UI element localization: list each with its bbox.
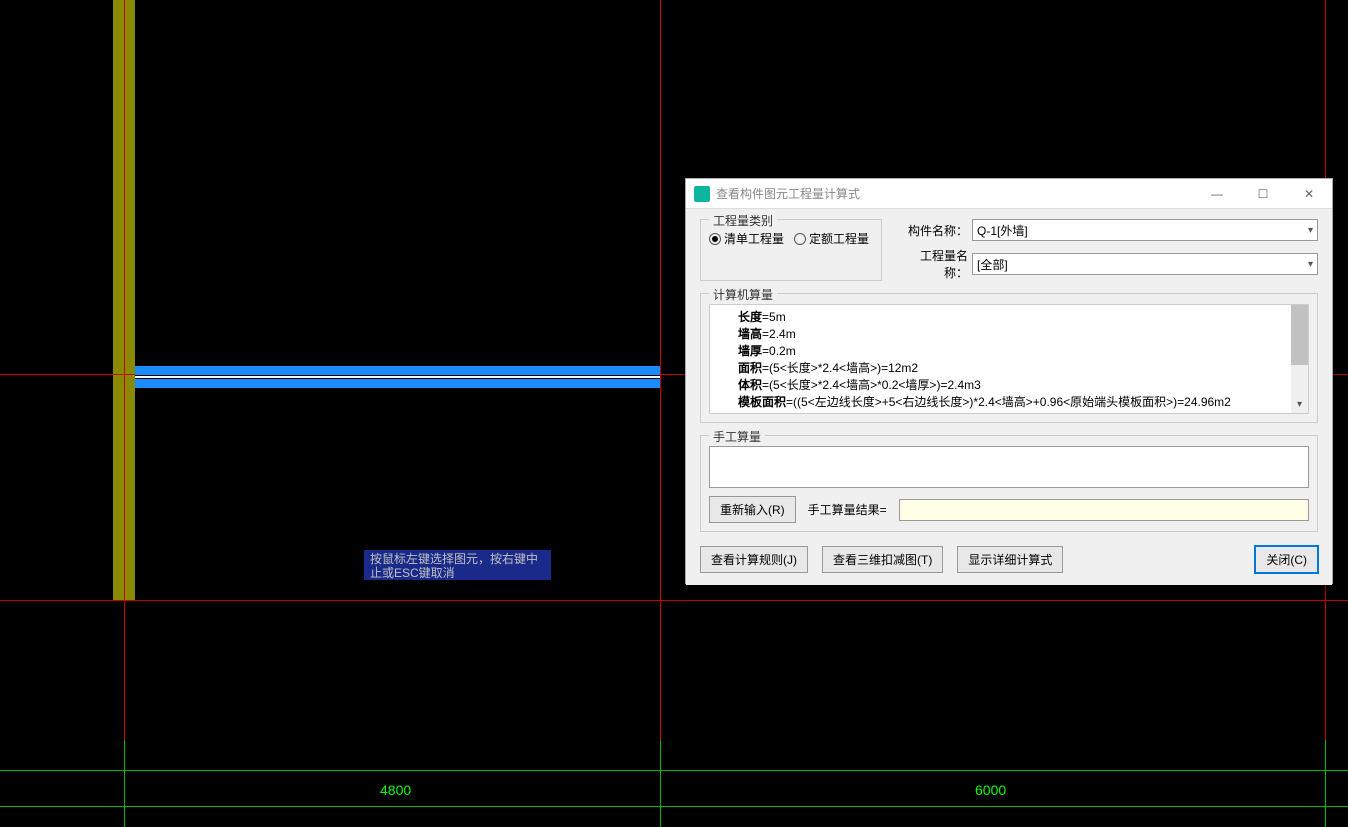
reinput-button[interactable]: 重新输入(R) [709,496,796,523]
axis-horizontal-red-2 [0,600,1348,601]
show-detail-button[interactable]: 显示详细计算式 [957,546,1063,573]
result-label: 手工算量结果= [808,501,887,518]
component-name-select[interactable]: Q-1[外墙] ▾ [972,219,1318,241]
minimize-button[interactable]: — [1194,179,1240,209]
dim-tick-2 [660,740,661,827]
dim-line-bot [0,806,1348,807]
group-label: 计算机算量 [709,286,777,303]
axis-vertical-red-1 [124,0,125,827]
scroll-down-icon[interactable]: ▾ [1291,396,1308,413]
selected-wall-top[interactable] [135,366,660,375]
selected-wall-bot[interactable] [135,379,660,388]
radio-icon [709,233,721,245]
radio-quota-quantity[interactable]: 定额工程量 [794,230,869,247]
maximize-button[interactable]: ☐ [1240,179,1286,209]
close-window-button[interactable]: ✕ [1286,179,1332,209]
app-icon [694,186,710,202]
dim-tick-1 [124,740,125,827]
scroll-thumb[interactable] [1291,305,1308,365]
dimension-right: 6000 [975,782,1006,798]
dimension-left: 4800 [380,782,411,798]
radio-list-quantity[interactable]: 清单工程量 [709,230,784,247]
calculation-dialog: 查看构件图元工程量计算式 — ☐ ✕ 工程量类别 清单工程量 定额工程量 [685,178,1333,584]
result-field[interactable] [899,499,1309,521]
manual-calc-group: 手工算量 重新输入(R) 手工算量结果= [700,435,1318,532]
dim-tick-3 [1325,740,1326,827]
calc-output[interactable]: 长度=5m 墙高=2.4m 墙厚=0.2m 面积=(5<长度>*2.4<墙高>)… [709,304,1309,414]
quantity-name-select[interactable]: [全部] ▾ [972,253,1318,275]
close-button[interactable]: 关闭(C) [1255,546,1318,573]
computer-calc-group: 计算机算量 长度=5m 墙高=2.4m 墙厚=0.2m 面积=(5<长度>*2.… [700,293,1318,423]
axis-vertical-red-2 [660,0,661,827]
chevron-down-icon: ▾ [1308,259,1313,270]
quantity-name-label: 工程量名称： [898,247,968,281]
hint-tooltip: 按鼠标左键选择图元，按右键中止或ESC键取消 [364,550,551,580]
dialog-titlebar[interactable]: 查看构件图元工程量计算式 — ☐ ✕ [686,179,1332,209]
component-name-label: 构件名称： [898,222,968,239]
dim-line-top [0,770,1348,771]
view-3d-button[interactable]: 查看三维扣减图(T) [822,546,943,573]
manual-input[interactable] [709,446,1309,488]
dialog-title: 查看构件图元工程量计算式 [716,185,1194,202]
radio-icon [794,233,806,245]
scrollbar[interactable]: ▾ [1291,305,1308,413]
view-rules-button[interactable]: 查看计算规则(J) [700,546,808,573]
chevron-down-icon: ▾ [1308,225,1313,236]
quantity-type-group: 工程量类别 清单工程量 定额工程量 [700,219,882,281]
group-label: 工程量类别 [709,212,777,229]
group-label: 手工算量 [709,428,765,445]
selected-wall-mid [135,376,660,378]
